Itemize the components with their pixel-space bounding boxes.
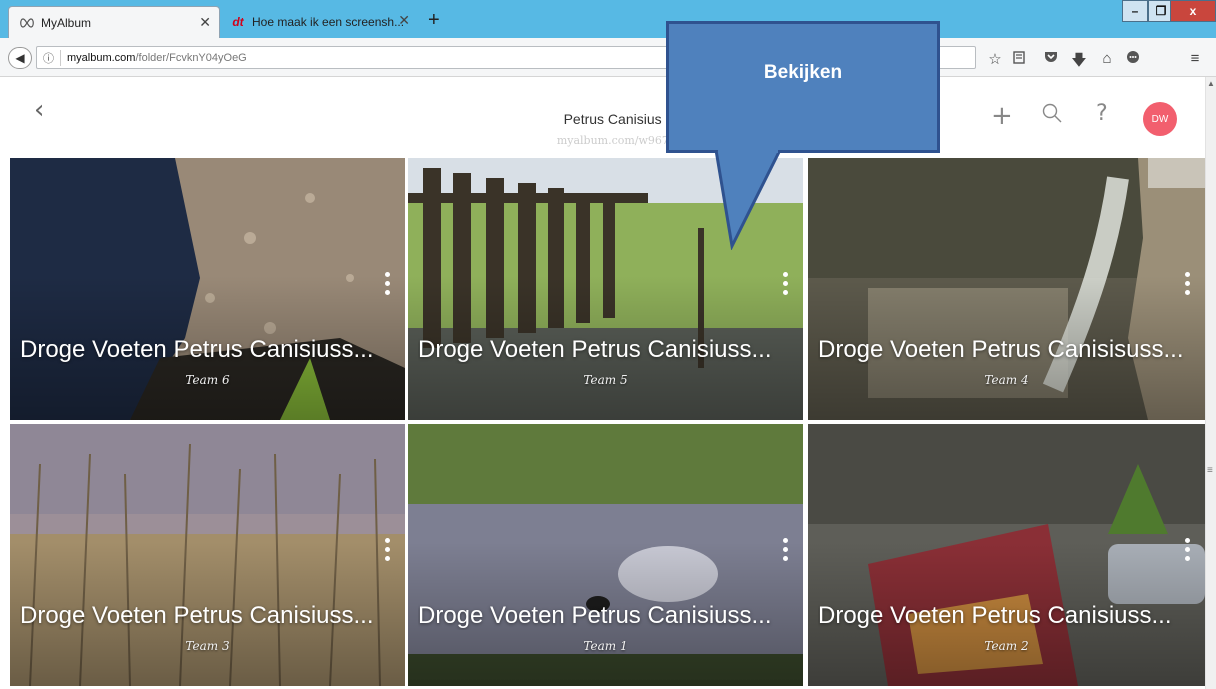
- dt-favicon-icon: dt: [232, 15, 244, 29]
- pocket-icon[interactable]: [1042, 50, 1060, 67]
- card-title: Droge Voeten Petrus Canisiuss...: [20, 602, 374, 629]
- page-scrollbar[interactable]: ▲ ≡: [1205, 77, 1216, 689]
- new-tab-button[interactable]: +: [428, 10, 440, 30]
- more-options-icon[interactable]: [1185, 538, 1191, 565]
- album-card-team-3[interactable]: Droge Voeten Petrus Canisiuss... Team 3: [10, 424, 405, 686]
- reading-list-icon[interactable]: [1010, 50, 1028, 68]
- url-host: myalbum.com: [67, 51, 136, 64]
- browser-tab-strip: MyAlbum ✕ dt Hoe maak ik een screensh...…: [0, 0, 1216, 38]
- back-arrow-icon[interactable]: ◀: [8, 47, 32, 69]
- close-tab-icon[interactable]: ✕: [398, 12, 410, 29]
- card-subtitle: Team 6: [185, 373, 230, 387]
- info-icon[interactable]: ⓘ: [43, 49, 61, 66]
- callout-label: Bekijken: [763, 62, 843, 83]
- callout-pointer: [714, 150, 782, 250]
- browser-nav-bar: ◀ ⓘ myalbum.com/folder/FcvknY04yOeG ☆ 🡇 …: [0, 38, 1216, 77]
- album-card-team-4[interactable]: Droge Voeten Petrus Canisisuss... Team 4: [808, 158, 1205, 420]
- annotation-callout: Bekijken: [666, 21, 940, 153]
- more-options-icon[interactable]: [385, 538, 391, 565]
- tab-screenshot-article[interactable]: dt Hoe maak ik een screensh... ✕: [222, 6, 418, 38]
- myalbum-favicon-icon: [19, 16, 35, 30]
- menu-icon[interactable]: ≡: [1186, 50, 1204, 67]
- album-card-team-1[interactable]: Droge Voeten Petrus Canisiuss... Team 1: [408, 424, 803, 686]
- close-window-button[interactable]: x: [1170, 0, 1216, 22]
- download-icon[interactable]: 🡇: [1070, 50, 1088, 75]
- album-card-team-6[interactable]: Droge Voeten Petrus Canisiuss... Team 6: [10, 158, 405, 420]
- search-icon[interactable]: [1042, 103, 1062, 129]
- home-icon[interactable]: ⌂: [1098, 50, 1116, 67]
- album-header: ‹ Petrus Canisius G myalbum.com/w967yE +…: [0, 77, 1205, 157]
- card-title: Droge Voeten Petrus Canisiuss...: [20, 336, 374, 363]
- minimize-button[interactable]: –: [1122, 0, 1148, 22]
- chevron-left-icon[interactable]: ‹: [34, 95, 44, 125]
- more-options-icon[interactable]: [783, 272, 789, 299]
- more-options-icon[interactable]: [385, 272, 391, 299]
- card-title: Droge Voeten Petrus Canisiuss...: [818, 602, 1172, 629]
- close-tab-icon[interactable]: ✕: [199, 14, 211, 31]
- chat-icon[interactable]: [1124, 50, 1142, 68]
- url-path: /folder/FcvknY04yOeG: [135, 51, 247, 64]
- more-options-icon[interactable]: [783, 538, 789, 565]
- tab-myalbum[interactable]: MyAlbum ✕: [8, 6, 220, 38]
- scroll-up-icon[interactable]: ▲: [1207, 79, 1215, 88]
- card-subtitle: Team 5: [583, 373, 628, 387]
- card-title: Droge Voeten Petrus Canisisuss...: [818, 336, 1184, 363]
- help-icon[interactable]: ?: [1096, 101, 1108, 126]
- album-card-team-2[interactable]: Droge Voeten Petrus Canisiuss... Team 2: [808, 424, 1205, 686]
- card-subtitle: Team 2: [984, 639, 1029, 653]
- tab-label: Hoe maak ik een screensh...: [252, 15, 405, 29]
- scroll-grip-icon[interactable]: ≡: [1207, 465, 1213, 476]
- avatar[interactable]: DW: [1143, 102, 1177, 136]
- add-icon[interactable]: +: [991, 101, 1013, 131]
- card-subtitle: Team 3: [185, 639, 230, 653]
- more-options-icon[interactable]: [1185, 272, 1191, 299]
- card-subtitle: Team 4: [984, 373, 1029, 387]
- bookmark-star-icon[interactable]: ☆: [986, 50, 1004, 68]
- tab-label: MyAlbum: [41, 15, 92, 30]
- card-subtitle: Team 1: [583, 639, 628, 653]
- card-title: Droge Voeten Petrus Canisiuss...: [418, 602, 772, 629]
- card-title: Droge Voeten Petrus Canisiuss...: [418, 336, 772, 363]
